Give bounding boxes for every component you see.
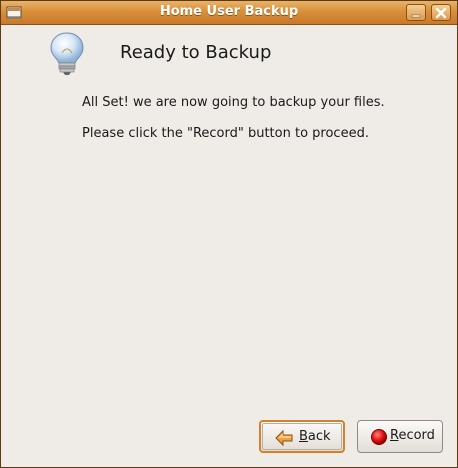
page-title: Ready to Backup bbox=[120, 42, 272, 63]
minimize-button[interactable] bbox=[406, 4, 426, 21]
instruction-text-2: Please click the "Record" button to proc… bbox=[82, 126, 369, 141]
window-title: Home User Backup bbox=[159, 4, 299, 19]
title-bar[interactable]: Home User Backup bbox=[1, 1, 457, 25]
close-icon bbox=[435, 7, 447, 19]
dialog-window: Home User Backup Ready to Backup All Set… bbox=[0, 0, 458, 468]
minimize-icon bbox=[411, 14, 421, 18]
back-button[interactable]: Back bbox=[259, 420, 345, 453]
lightbulb-icon bbox=[47, 31, 87, 77]
record-button-label: Record bbox=[390, 428, 435, 443]
close-button[interactable] bbox=[431, 4, 451, 21]
record-button[interactable]: Record bbox=[357, 420, 443, 453]
record-icon bbox=[370, 428, 388, 446]
back-arrow-icon bbox=[275, 429, 293, 447]
back-button-label: Back bbox=[299, 429, 331, 444]
instruction-text-1: All Set! we are now going to backup your… bbox=[82, 95, 385, 110]
